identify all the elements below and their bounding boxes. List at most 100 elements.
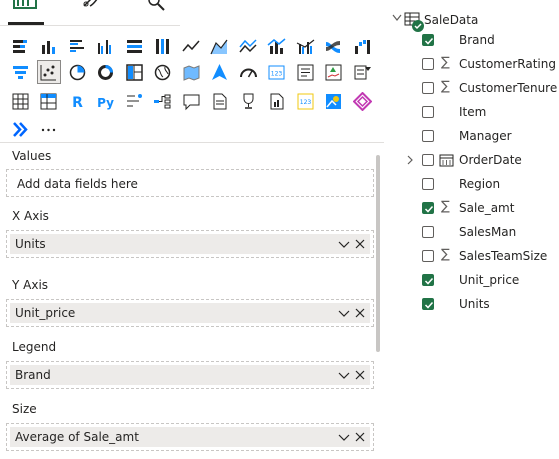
legend-well-label: Legend (12, 340, 57, 354)
sigma-icon: ∑ (441, 79, 450, 94)
field-row-salesteamsize[interactable]: ∑ SalesTeamSize (386, 245, 559, 269)
slicer-icon[interactable] (350, 60, 374, 84)
field-checkbox[interactable] (422, 226, 434, 238)
table-row-saledata[interactable]: SaleData (386, 4, 559, 32)
close-icon[interactable] (354, 306, 366, 320)
funnel-chart-icon[interactable] (8, 60, 32, 84)
field-checkbox[interactable] (422, 106, 434, 118)
legend-field-name: Brand (15, 368, 51, 382)
line-chart-icon[interactable] (179, 34, 203, 58)
qa-icon[interactable] (179, 89, 203, 113)
field-checkbox[interactable] (422, 178, 434, 190)
stacked-area-chart-icon[interactable] (236, 34, 260, 58)
field-checkbox[interactable] (422, 82, 434, 94)
x-axis-well: Units (6, 230, 374, 258)
field-row-units[interactable]: Units (386, 293, 559, 317)
field-row-customerrating[interactable]: ∑ CustomerRating (386, 53, 559, 77)
line-and-clustered-column-icon[interactable] (293, 34, 317, 58)
metrics-icon[interactable] (236, 89, 260, 113)
field-checkbox[interactable] (422, 130, 434, 142)
size-field-name: Average of Sale_amt (15, 430, 139, 444)
field-row-item[interactable]: Item (386, 101, 559, 125)
filled-map-icon[interactable] (179, 60, 203, 84)
field-checkbox[interactable] (422, 250, 434, 262)
checkmark-icon (424, 277, 434, 285)
waterfall-chart-icon[interactable] (350, 34, 374, 58)
x-axis-well-label: X Axis (12, 209, 49, 223)
table-icon[interactable] (8, 89, 32, 113)
map-icon[interactable] (151, 60, 175, 84)
x-axis-field-pill[interactable]: Units (10, 234, 370, 254)
kpi-icon[interactable] (322, 60, 346, 84)
field-name: Region (459, 177, 501, 191)
gauge-icon[interactable] (236, 60, 260, 84)
power-automate-icon[interactable] (8, 117, 32, 141)
new-card-icon[interactable]: 123 (293, 89, 317, 113)
python-visual-icon[interactable]: Py (94, 89, 118, 113)
values-drop-zone[interactable]: Add data fields here (6, 169, 374, 197)
more-visuals-icon[interactable] (37, 117, 61, 141)
field-row-salesman[interactable]: SalesMan (386, 221, 559, 245)
azure-map-icon[interactable] (208, 60, 232, 84)
wells-scrollbar[interactable] (376, 155, 380, 352)
sigma-icon: ∑ (441, 199, 450, 214)
size-well-label: Size (12, 402, 37, 416)
analytics-icon[interactable] (144, 0, 170, 12)
smart-narrative-icon[interactable] (208, 89, 232, 113)
close-icon[interactable] (354, 368, 366, 382)
pie-chart-icon[interactable] (65, 60, 89, 84)
field-checkbox[interactable] (422, 298, 434, 310)
field-checkbox[interactable] (422, 154, 434, 166)
field-checkbox[interactable] (422, 202, 434, 214)
field-row-orderdate[interactable]: OrderDate (386, 149, 559, 173)
multi-row-card-icon[interactable] (293, 60, 317, 84)
table-name: SaleData (424, 13, 479, 27)
section-divider (0, 142, 384, 143)
chevron-down-icon[interactable] (338, 429, 350, 445)
scatter-chart-icon[interactable] (36, 60, 61, 84)
100-stacked-bar-chart-icon[interactable] (122, 34, 146, 58)
field-checkbox[interactable] (422, 34, 434, 46)
paginated-report-icon[interactable] (265, 89, 289, 113)
treemap-icon[interactable] (122, 60, 146, 84)
tabs-divider (0, 25, 180, 26)
field-row-manager[interactable]: Manager (386, 125, 559, 149)
arcgis-map-icon[interactable] (322, 89, 346, 113)
clustered-bar-chart-icon[interactable] (65, 34, 89, 58)
chevron-down-icon[interactable] (338, 367, 350, 383)
stacked-bar-chart-icon[interactable] (8, 34, 32, 58)
field-row-sale-amt[interactable]: ∑ Sale_amt (386, 197, 559, 221)
r-visual-icon[interactable]: R (65, 89, 89, 113)
100-stacked-column-chart-icon[interactable] (151, 34, 175, 58)
size-field-pill[interactable]: Average of Sale_amt (10, 427, 370, 447)
chevron-down-icon[interactable] (338, 305, 350, 321)
chevron-down-icon[interactable] (392, 14, 402, 22)
y-axis-field-pill[interactable]: Unit_price (10, 303, 370, 323)
close-icon[interactable] (354, 237, 366, 251)
build-visual-icon[interactable] (12, 0, 38, 12)
legend-field-pill[interactable]: Brand (10, 365, 370, 385)
field-row-brand[interactable]: Brand (386, 29, 559, 53)
field-name: Manager (459, 129, 512, 143)
field-checkbox[interactable] (422, 58, 434, 70)
ribbon-chart-icon[interactable] (322, 34, 346, 58)
format-visual-icon[interactable] (78, 0, 104, 12)
field-row-customertenure[interactable]: ∑ CustomerTenure (386, 77, 559, 101)
area-chart-icon[interactable] (208, 34, 232, 58)
legend-well: Brand (6, 361, 374, 389)
field-checkbox[interactable] (422, 274, 434, 286)
card-icon[interactable]: 123 (265, 60, 289, 84)
field-row-unit-price[interactable]: Unit_price (386, 269, 559, 293)
key-influencers-icon[interactable] (122, 89, 146, 113)
clustered-column-chart-icon[interactable] (94, 34, 118, 58)
decomposition-tree-icon[interactable] (151, 89, 175, 113)
chevron-right-icon[interactable] (406, 155, 414, 165)
donut-chart-icon[interactable] (94, 60, 118, 84)
line-and-stacked-column-icon[interactable] (265, 34, 289, 58)
chevron-down-icon[interactable] (338, 236, 350, 252)
power-apps-icon[interactable] (350, 89, 374, 113)
matrix-icon[interactable] (37, 89, 61, 113)
stacked-column-chart-icon[interactable] (37, 34, 61, 58)
close-icon[interactable] (354, 430, 366, 444)
field-row-region[interactable]: Region (386, 173, 559, 197)
